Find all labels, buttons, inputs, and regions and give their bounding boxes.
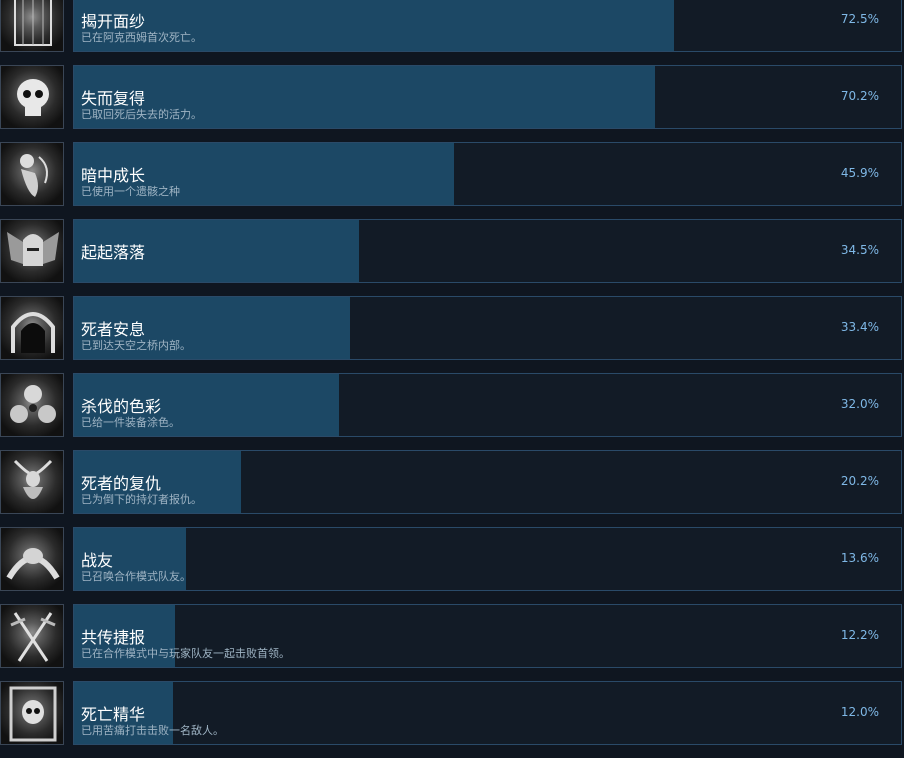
unlock-percentage: 34.5% [840,243,879,257]
achievement-row[interactable]: 揭开面纱 已在阿克西姆首次死亡。 72.5% [0,0,904,65]
achievement-row[interactable]: 失而复得 已取回死后失去的活力。 70.2% [0,65,904,142]
achievement-row[interactable]: 共传捷报 已在合作模式中与玩家队友一起击败首领。 12.2% [0,604,904,681]
cage-icon [0,0,64,52]
progress-bar: 死者安息 已到达天空之桥内部。 33.4% [73,296,902,360]
progress-bar: 死者的复仇 已为倒下的持灯者报仇。 20.2% [73,450,902,514]
achievement-description: 已在阿克西姆首次死亡。 [81,31,202,44]
winged-helmet-icon [0,219,64,283]
achievement-description: 已为倒下的持灯者报仇。 [81,493,202,506]
achievement-description: 已到达天空之桥内部。 [81,339,191,352]
progress-bar: 死亡精华 已用苦痛打击击败一名敌人。 12.0% [73,681,902,745]
skull-icon [0,65,64,129]
unlock-percentage: 32.0% [840,397,879,411]
clasped-hands-icon [0,527,64,591]
achievement-description: 已在合作模式中与玩家队友一起击败首领。 [81,647,290,660]
achievement-description: 已使用一个遗骸之种 [81,185,180,198]
progress-bar: 失而复得 已取回死后失去的活力。 70.2% [73,65,902,129]
achievement-title: 起起落落 [81,243,146,262]
progress-bar: 杀伐的色彩 已给一件装备涂色。 32.0% [73,373,902,437]
achievement-row[interactable]: 杀伐的色彩 已给一件装备涂色。 32.0% [0,373,904,450]
arch-icon [0,296,64,360]
horned-figure-icon [0,450,64,514]
progress-bar: 共传捷报 已在合作模式中与玩家队友一起击败首领。 12.2% [73,604,902,668]
unlock-percentage: 33.4% [840,320,879,334]
achievement-row[interactable]: 战友 已召唤合作模式队友。 13.6% [0,527,904,604]
progress-bar: 起起落落 34.5% [73,219,902,283]
seed-icon [0,142,64,206]
paint-orbs-icon [0,373,64,437]
achievement-description: 已用苦痛打击击败一名敌人。 [81,724,224,737]
unlock-percentage: 70.2% [840,89,879,103]
achievement-description: 已召唤合作模式队友。 [81,570,191,583]
unlock-percentage: 20.2% [840,474,879,488]
unlock-percentage: 13.6% [840,551,879,565]
skull-frame-icon [0,681,64,745]
achievement-row[interactable]: 暗中成长 已使用一个遗骸之种 45.9% [0,142,904,219]
achievement-row[interactable]: 死者的复仇 已为倒下的持灯者报仇。 20.2% [0,450,904,527]
unlock-percentage: 72.5% [840,12,879,26]
achievement-list: 揭开面纱 已在阿克西姆首次死亡。 72.5% 失而复得 已取回死后失去的活力。 … [0,0,904,758]
achievement-row[interactable]: 起起落落 34.5% [0,219,904,296]
crossed-swords-icon [0,604,64,668]
progress-bar: 暗中成长 已使用一个遗骸之种 45.9% [73,142,902,206]
progress-bar: 揭开面纱 已在阿克西姆首次死亡。 72.5% [73,0,902,52]
unlock-percentage: 12.0% [840,705,879,719]
achievement-description: 已给一件装备涂色。 [81,416,180,429]
achievement-row[interactable]: 死亡精华 已用苦痛打击击败一名敌人。 12.0% [0,681,904,758]
achievement-row[interactable]: 死者安息 已到达天空之桥内部。 33.4% [0,296,904,373]
unlock-percentage: 12.2% [840,628,879,642]
progress-bar: 战友 已召唤合作模式队友。 13.6% [73,527,902,591]
unlock-percentage: 45.9% [840,166,879,180]
achievement-description: 已取回死后失去的活力。 [81,108,202,121]
